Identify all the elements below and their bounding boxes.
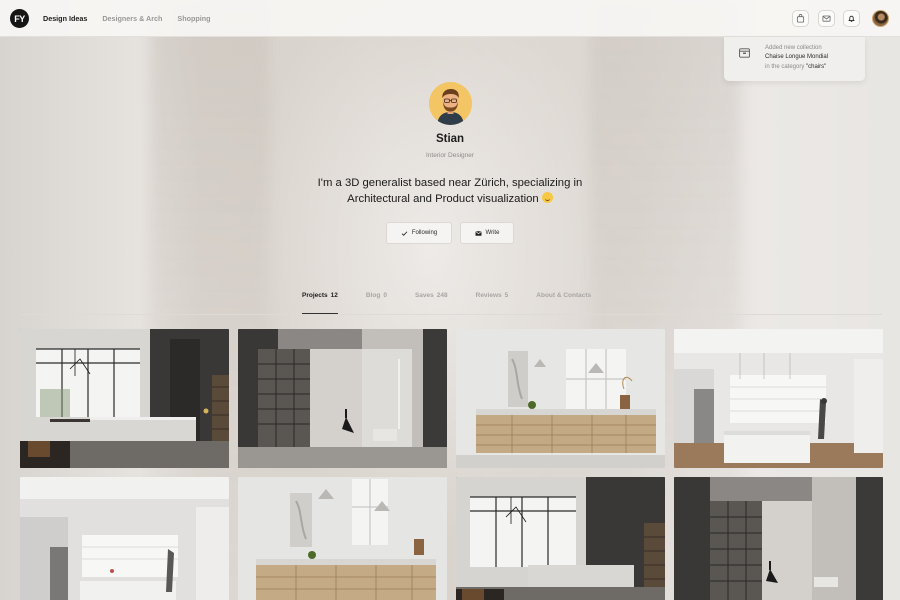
mail-icon: [822, 15, 831, 22]
project-thumbnail: [20, 477, 229, 600]
project-card[interactable]: [238, 477, 447, 600]
notification-line-1: Added new collection: [765, 45, 822, 51]
following-button[interactable]: Following: [386, 222, 452, 244]
profile-role: Interior Designer: [425, 152, 475, 159]
write-label: Write: [485, 230, 500, 236]
shopping-bag-icon: [796, 14, 805, 23]
profile-name: Stian: [435, 133, 465, 145]
tab-reviews[interactable]: Reviews 5: [476, 292, 509, 314]
notification-collection-name: Chaise Longue Mondial: [765, 54, 829, 61]
notification-category-value: "chairs": [806, 63, 827, 70]
project-card[interactable]: [674, 329, 883, 468]
tab-label: Reviews: [475, 292, 502, 299]
notifications-button[interactable]: [843, 10, 860, 27]
tab-label: Blog: [365, 292, 381, 299]
project-thumbnail: [238, 477, 447, 600]
nav-design-ideas[interactable]: Design Ideas: [43, 14, 87, 23]
collection-icon: [739, 48, 750, 58]
shopping-bag-button[interactable]: [792, 10, 809, 27]
profile-avatar: [429, 82, 472, 125]
notification-text: Added new collection Chaise Longue Mondi…: [765, 44, 828, 72]
tab-about-contacts[interactable]: About & Contacts: [536, 292, 591, 314]
nav-shopping[interactable]: Shopping: [177, 14, 210, 23]
notification-category-prefix: in the category: [765, 63, 807, 70]
project-card[interactable]: [456, 329, 665, 468]
tab-blog[interactable]: Blog 0: [366, 292, 387, 314]
project-card[interactable]: [20, 329, 229, 468]
tab-count: 5: [504, 292, 509, 299]
project-card[interactable]: [20, 477, 229, 600]
project-thumbnail: [674, 329, 883, 468]
tab-label: Saves: [414, 292, 434, 299]
nav-designers-arch[interactable]: Designers & Arch: [102, 14, 162, 23]
smile-emoji-icon: [541, 192, 553, 203]
tab-count: 12: [330, 292, 338, 299]
tab-label: About & Contacts: [536, 292, 592, 299]
messages-button[interactable]: [818, 10, 835, 27]
following-label: Following: [411, 230, 438, 236]
checkmark-icon: [401, 230, 408, 236]
top-navigation-bar: FY Design Ideas Designers & Arch Shoppin…: [0, 0, 900, 37]
tab-count: 0: [383, 292, 387, 299]
envelope-icon: [475, 230, 482, 236]
project-card[interactable]: [674, 477, 883, 600]
tab-saves[interactable]: Saves 248: [415, 292, 448, 314]
profile-tabs: Projects 12 Blog 0 Saves 248 Reviews 5 About…: [302, 292, 619, 314]
main-nav: Design Ideas Designers & Arch Shopping: [43, 14, 211, 23]
user-avatar[interactable]: [872, 10, 889, 27]
tab-count: 248: [436, 292, 448, 299]
project-card[interactable]: [456, 477, 665, 600]
write-button[interactable]: Write: [460, 222, 514, 244]
project-thumbnail: [20, 329, 229, 468]
project-thumbnail: [674, 477, 883, 600]
project-thumbnail: [456, 329, 665, 468]
tabs-divider: [20, 314, 882, 315]
project-thumbnail: [238, 329, 447, 468]
tab-label: Projects: [302, 292, 328, 299]
profile-bio: I'm a 3D generalist based near Zürich, s…: [300, 175, 600, 207]
tab-projects[interactable]: Projects 12: [302, 292, 338, 314]
project-thumbnail: [456, 477, 665, 600]
site-logo[interactable]: FY: [10, 9, 29, 28]
notification-popover[interactable]: Added new collection Chaise Longue Mondi…: [724, 37, 865, 81]
bell-icon: [848, 15, 855, 22]
project-card[interactable]: [238, 329, 447, 468]
